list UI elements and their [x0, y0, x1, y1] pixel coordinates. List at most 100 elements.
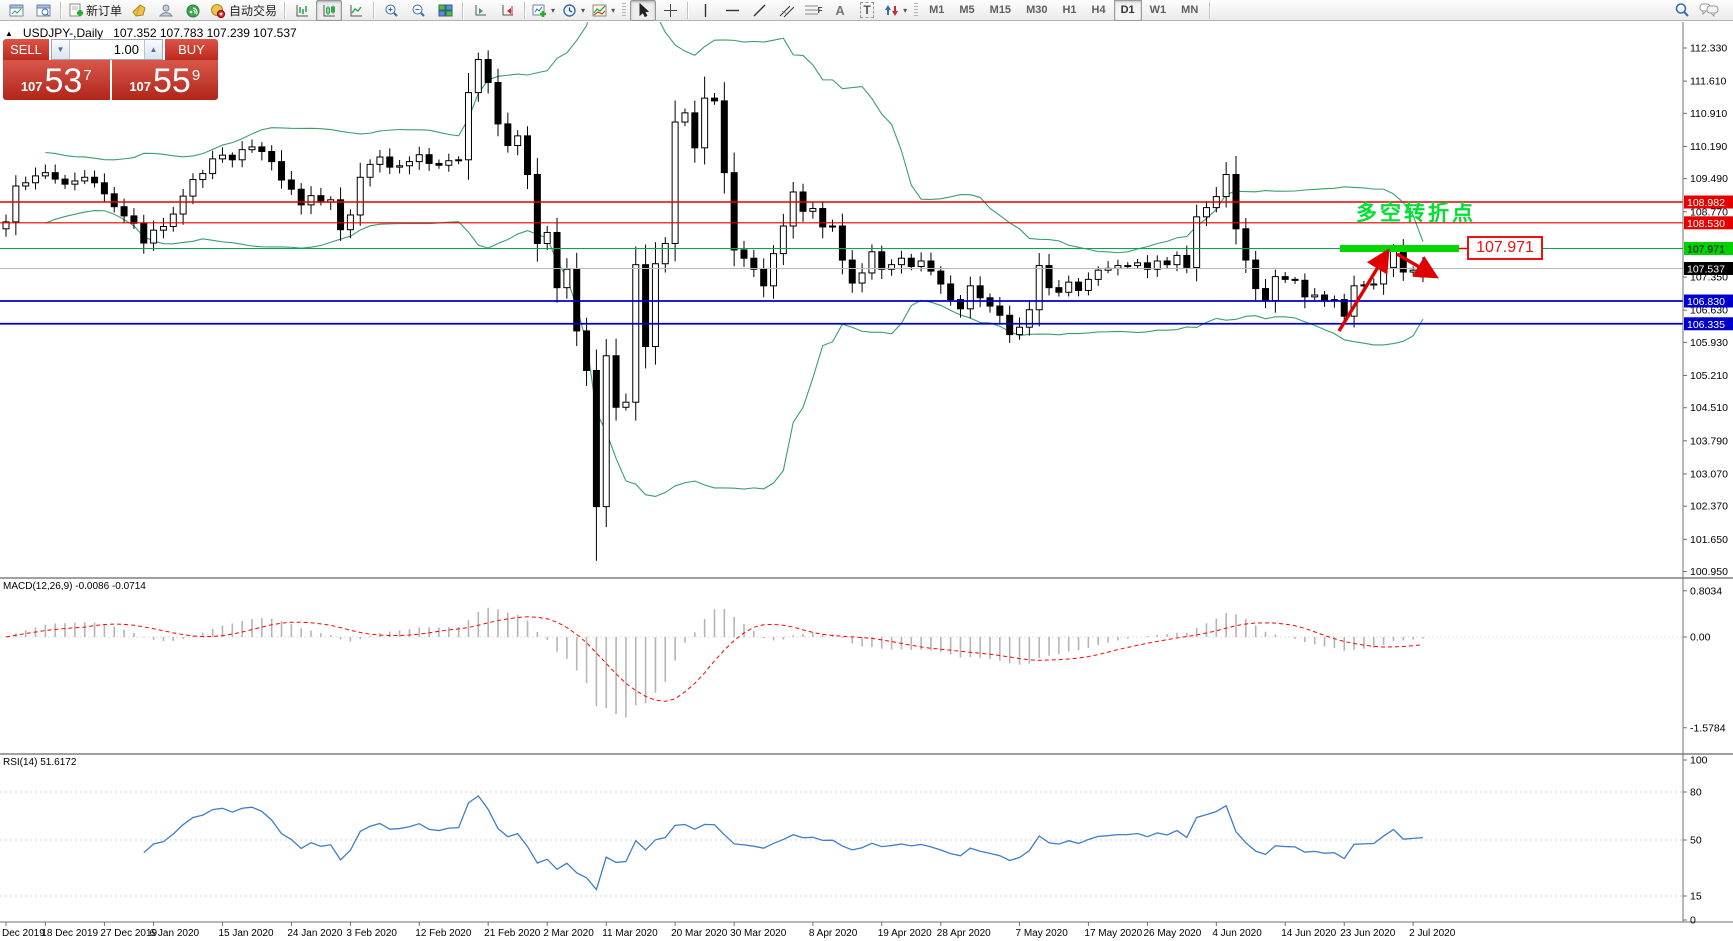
- svg-text:28 Apr 2020: 28 Apr 2020: [937, 928, 991, 939]
- auto-scroll-icon[interactable]: [467, 0, 493, 21]
- rsi-indicator-label: RSI(14) 51.6172: [3, 757, 76, 768]
- svg-text:Dec 2019: Dec 2019: [2, 928, 45, 939]
- svg-text:2 Mar 2020: 2 Mar 2020: [543, 928, 594, 939]
- timeframe-button-M15[interactable]: M15: [983, 0, 1018, 21]
- buy-price-pips: 55: [153, 62, 191, 100]
- price-level-label[interactable]: 107.971: [1467, 236, 1543, 260]
- svg-text:14 Jun 2020: 14 Jun 2020: [1281, 928, 1336, 939]
- timeframe-button-H1[interactable]: H1: [1055, 0, 1083, 21]
- community-icon[interactable]: [153, 0, 179, 21]
- symbol-period-label: USDJPY-,Daily: [23, 26, 103, 40]
- volume-decrease-button[interactable]: ▼: [52, 40, 70, 59]
- toolbar-separator: [524, 2, 525, 19]
- svg-text:100.950: 100.950: [1690, 566, 1728, 578]
- line-chart-type-icon[interactable]: [343, 0, 369, 21]
- svg-text:110.190: 110.190: [1690, 141, 1727, 153]
- periods-icon[interactable]: ▾: [559, 0, 588, 21]
- horizontal-line-tool-icon[interactable]: [719, 0, 745, 21]
- toolbar-separator: [1209, 2, 1210, 19]
- metaeditor-icon[interactable]: [126, 0, 152, 21]
- timeframe-button-H4[interactable]: H4: [1085, 0, 1113, 21]
- turning-point-annotation[interactable]: 多空转折点: [1356, 197, 1476, 227]
- svg-text:112.330: 112.330: [1690, 43, 1727, 55]
- svg-text:8 Apr 2020: 8 Apr 2020: [809, 928, 858, 939]
- svg-text:-1.5784: -1.5784: [1690, 722, 1726, 734]
- trendline-tool-icon[interactable]: [746, 0, 772, 21]
- svg-text:0.00: 0.00: [1690, 632, 1711, 644]
- timeframe-button-W1[interactable]: W1: [1143, 0, 1174, 21]
- candle-chart-type-icon[interactable]: [316, 0, 342, 21]
- new-order-label: 新订单: [86, 2, 122, 19]
- svg-text:2 Jul 2020: 2 Jul 2020: [1409, 928, 1456, 939]
- text-tool-icon[interactable]: A: [827, 0, 853, 21]
- svg-text:23 Jun 2020: 23 Jun 2020: [1340, 928, 1395, 939]
- svg-text:15 Jan 2020: 15 Jan 2020: [218, 928, 273, 939]
- svg-text:109.490: 109.490: [1690, 173, 1728, 185]
- timeframe-button-M5[interactable]: M5: [952, 0, 981, 21]
- svg-text:0.8034: 0.8034: [1690, 585, 1722, 597]
- toolbar-separator: [687, 2, 688, 19]
- svg-text:7 May 2020: 7 May 2020: [1016, 928, 1069, 939]
- dropdown-arrow: ▾: [551, 6, 555, 15]
- dropdown-arrow: ▾: [903, 6, 907, 15]
- fibo-glyph: F: [818, 6, 823, 15]
- channel-tool-icon[interactable]: [773, 0, 799, 21]
- bar-chart-type-icon[interactable]: [289, 0, 315, 21]
- svg-text:108.982: 108.982: [1687, 197, 1725, 209]
- buy-price-prefix: 107: [129, 79, 151, 94]
- timeframe-button-M30[interactable]: M30: [1019, 0, 1054, 21]
- new-order-button[interactable]: 新订单: [65, 0, 125, 21]
- svg-text:108.530: 108.530: [1687, 218, 1725, 230]
- svg-text:100: 100: [1690, 755, 1708, 767]
- svg-text:107.537: 107.537: [1687, 263, 1725, 275]
- toolbar-grip: [622, 3, 626, 18]
- sell-price-prefix: 107: [21, 79, 43, 94]
- vertical-line-tool-icon[interactable]: [692, 0, 718, 21]
- tile-windows-icon[interactable]: [432, 0, 458, 21]
- dropdown-arrow: ▾: [581, 6, 585, 15]
- buy-button[interactable]: BUY: [165, 39, 218, 60]
- sell-price-button[interactable]: 107 53 7: [3, 60, 110, 100]
- svg-text:106.830: 106.830: [1687, 296, 1725, 308]
- label-tool-icon[interactable]: T: [854, 0, 880, 21]
- chart-shift-icon[interactable]: [494, 0, 520, 21]
- timeframe-button-MN[interactable]: MN: [1174, 0, 1205, 21]
- sell-price-pips: 53: [45, 62, 83, 100]
- svg-text:15: 15: [1690, 891, 1702, 903]
- svg-text:110.910: 110.910: [1690, 108, 1727, 120]
- timeframe-button-D1[interactable]: D1: [1114, 0, 1142, 21]
- chat-icon[interactable]: [1696, 0, 1722, 21]
- svg-text:6 Jan 2020: 6 Jan 2020: [150, 928, 200, 939]
- volume-input[interactable]: [70, 40, 144, 59]
- svg-text:106.335: 106.335: [1687, 319, 1725, 331]
- toolbar-separator: [373, 2, 374, 19]
- arrows-tool-icon[interactable]: ▾: [881, 0, 910, 21]
- svg-text:101.650: 101.650: [1690, 534, 1728, 546]
- ohlc-readout: 107.352 107.783 107.239 107.537: [113, 26, 297, 40]
- crosshair-icon[interactable]: [657, 0, 683, 21]
- zoom-in-icon[interactable]: [378, 0, 404, 21]
- svg-text:80: 80: [1690, 787, 1702, 799]
- svg-text:3 Feb 2020: 3 Feb 2020: [346, 928, 397, 939]
- profiles-button[interactable]: [30, 0, 56, 21]
- new-chart-button[interactable]: [3, 0, 29, 21]
- zoom-out-icon[interactable]: [405, 0, 431, 21]
- svg-text:21 Feb 2020: 21 Feb 2020: [484, 928, 541, 939]
- buy-price-button[interactable]: 107 55 9: [112, 60, 219, 100]
- cursor-icon[interactable]: [630, 0, 656, 21]
- indicators-icon[interactable]: ▾: [529, 0, 558, 21]
- toolbar-separator: [60, 2, 61, 19]
- autotrading-button[interactable]: 自动交易: [207, 0, 280, 21]
- dropdown-arrow: ▾: [611, 6, 615, 15]
- toolbar-separator: [284, 2, 285, 19]
- search-icon[interactable]: [1669, 0, 1695, 21]
- timeframe-bar: M1M5M15M30H1H4D1W1MN: [922, 0, 1205, 21]
- svg-text:19 Apr 2020: 19 Apr 2020: [878, 928, 932, 939]
- timeframe-button-M1[interactable]: M1: [922, 0, 951, 21]
- templates-icon[interactable]: ▾: [589, 0, 618, 21]
- volume-increase-button[interactable]: ▲: [144, 40, 162, 59]
- signals-icon[interactable]: [180, 0, 206, 21]
- chart-canvas[interactable]: 112.330111.610110.910110.190109.490108.7…: [0, 0, 1733, 941]
- sell-button[interactable]: SELL: [3, 39, 49, 60]
- fibonacci-tool-icon[interactable]: F: [800, 0, 826, 21]
